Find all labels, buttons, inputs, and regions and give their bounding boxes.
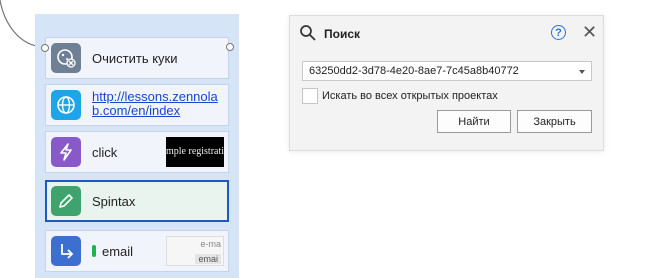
search-icon xyxy=(299,24,317,45)
input-port[interactable] xyxy=(41,44,49,52)
action-clear-cookies[interactable]: Очистить куки xyxy=(45,37,229,79)
help-icon[interactable]: ? xyxy=(551,25,566,40)
action-label: click xyxy=(92,145,118,160)
search-dialog: Поиск ? ✕ 63250dd2-3d78-4e20-8ae7-7c45a8… xyxy=(289,15,604,151)
globe-icon xyxy=(51,90,81,120)
search-all-projects-checkbox[interactable] xyxy=(302,88,318,104)
close-icon[interactable]: ✕ xyxy=(582,23,597,41)
lightning-icon xyxy=(51,137,81,167)
pencil-icon xyxy=(51,186,81,216)
search-query-value: 63250dd2-3d78-4e20-8ae7-7c45a8b40772 xyxy=(309,65,519,77)
chevron-down-icon[interactable] xyxy=(579,70,585,74)
cookie-clear-icon xyxy=(51,43,81,73)
action-label: Очистить куки xyxy=(92,51,178,66)
dialog-title: Поиск xyxy=(324,27,361,41)
output-port[interactable] xyxy=(226,43,234,51)
close-button[interactable]: Закрыть xyxy=(517,110,592,133)
search-all-projects-label[interactable]: Искать во всех открытых проектах xyxy=(322,90,498,102)
element-preview-thumbnail: e-ma emai xyxy=(166,236,224,266)
action-email[interactable]: email e-ma emai xyxy=(45,230,229,272)
status-indicator xyxy=(92,245,96,257)
search-query-combobox[interactable]: 63250dd2-3d78-4e20-8ae7-7c45a8b40772 xyxy=(302,61,592,81)
url-link[interactable]: http://lessons.zennolab.com/en/index xyxy=(92,90,224,118)
action-click[interactable]: click mple registrati xyxy=(45,131,229,173)
element-preview-thumbnail: mple registrati xyxy=(166,137,224,167)
action-navigate-url[interactable]: http://lessons.zennolab.com/en/index xyxy=(45,84,229,126)
action-block: Очистить куки http://lessons.zennolab.co… xyxy=(35,14,239,278)
project-canvas[interactable]: Очистить куки http://lessons.zennolab.co… xyxy=(0,0,654,278)
find-button[interactable]: Найти xyxy=(437,110,511,133)
action-label: Spintax xyxy=(92,194,136,209)
arrow-turn-icon xyxy=(51,236,81,266)
dialog-header: Поиск ? ✕ xyxy=(290,16,603,50)
action-label: email xyxy=(92,244,133,259)
action-spintax[interactable]: Spintax xyxy=(45,180,229,222)
